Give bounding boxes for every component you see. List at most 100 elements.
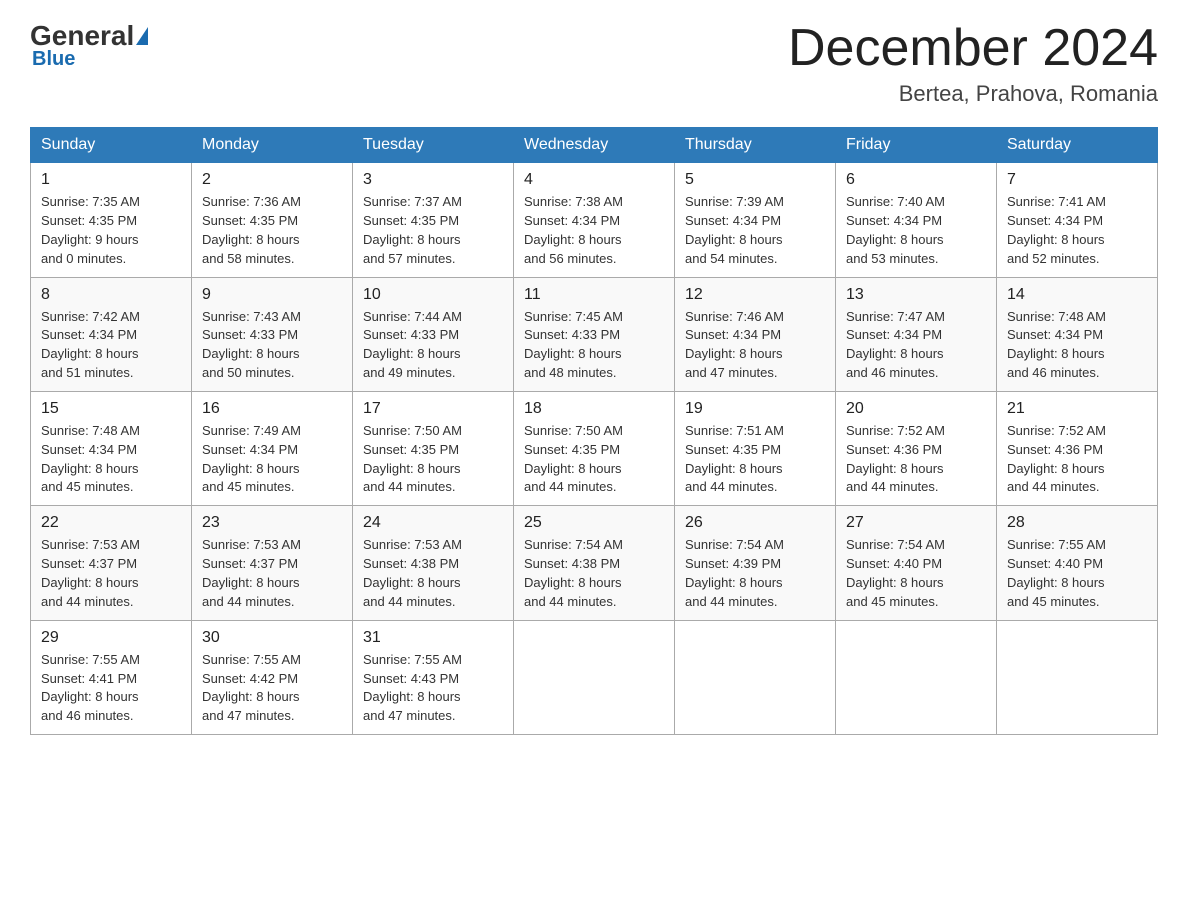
calendar-cell: 9 Sunrise: 7:43 AMSunset: 4:33 PMDaylight… — [192, 277, 353, 391]
calendar-cell: 12 Sunrise: 7:46 AMSunset: 4:34 PMDayligh… — [675, 277, 836, 391]
calendar-week-row: 8 Sunrise: 7:42 AMSunset: 4:34 PMDaylight… — [31, 277, 1158, 391]
calendar-cell: 28 Sunrise: 7:55 AMSunset: 4:40 PMDayligh… — [997, 506, 1158, 620]
calendar-cell: 20 Sunrise: 7:52 AMSunset: 4:36 PMDayligh… — [836, 391, 997, 505]
day-number: 28 — [1007, 514, 1147, 532]
calendar-cell: 21Sunrise: 7:52 AMSunset: 4:36 PMDayligh… — [997, 391, 1158, 505]
day-info: Sunrise: 7:53 AMSunset: 4:37 PMDaylight:… — [41, 536, 181, 611]
logo-blue-text: Blue — [32, 48, 75, 71]
header-sunday: Sunday — [31, 128, 192, 163]
day-info: Sunrise: 7:37 AMSunset: 4:35 PMDaylight:… — [363, 193, 503, 268]
calendar-week-row: 22 Sunrise: 7:53 AMSunset: 4:37 PMDayligh… — [31, 506, 1158, 620]
day-info: Sunrise: 7:54 AMSunset: 4:39 PMDaylight:… — [685, 536, 825, 611]
calendar-cell: 1 Sunrise: 7:35 AMSunset: 4:35 PMDaylight… — [31, 163, 192, 277]
day-info: Sunrise: 7:36 AMSunset: 4:35 PMDaylight:… — [202, 193, 342, 268]
calendar-cell: 29 Sunrise: 7:55 AMSunset: 4:41 PMDayligh… — [31, 620, 192, 734]
day-info: Sunrise: 7:55 AMSunset: 4:40 PMDaylight:… — [1007, 536, 1147, 611]
day-number: 23 — [202, 514, 342, 532]
calendar-cell: 22 Sunrise: 7:53 AMSunset: 4:37 PMDayligh… — [31, 506, 192, 620]
day-info: Sunrise: 7:46 AMSunset: 4:34 PMDaylight:… — [685, 308, 825, 383]
calendar-week-row: 15Sunrise: 7:48 AMSunset: 4:34 PMDayligh… — [31, 391, 1158, 505]
day-number: 5 — [685, 171, 825, 189]
day-info: Sunrise: 7:55 AMSunset: 4:43 PMDaylight:… — [363, 651, 503, 726]
day-number: 18 — [524, 400, 664, 418]
day-info: Sunrise: 7:52 AMSunset: 4:36 PMDaylight:… — [1007, 422, 1147, 497]
day-number: 16 — [202, 400, 342, 418]
day-number: 2 — [202, 171, 342, 189]
calendar-cell: 17Sunrise: 7:50 AMSunset: 4:35 PMDayligh… — [353, 391, 514, 505]
calendar-cell: 3Sunrise: 7:37 AMSunset: 4:35 PMDaylight… — [353, 163, 514, 277]
day-number: 9 — [202, 286, 342, 304]
calendar-cell: 25 Sunrise: 7:54 AMSunset: 4:38 PMDayligh… — [514, 506, 675, 620]
day-info: Sunrise: 7:41 AMSunset: 4:34 PMDaylight:… — [1007, 193, 1147, 268]
day-info: Sunrise: 7:40 AMSunset: 4:34 PMDaylight:… — [846, 193, 986, 268]
header-tuesday: Tuesday — [353, 128, 514, 163]
day-info: Sunrise: 7:43 AMSunset: 4:33 PMDaylight:… — [202, 308, 342, 383]
day-info: Sunrise: 7:51 AMSunset: 4:35 PMDaylight:… — [685, 422, 825, 497]
day-info: Sunrise: 7:48 AMSunset: 4:34 PMDaylight:… — [1007, 308, 1147, 383]
calendar-cell: 2 Sunrise: 7:36 AMSunset: 4:35 PMDaylight… — [192, 163, 353, 277]
day-number: 8 — [41, 286, 181, 304]
logo-triangle-icon — [136, 27, 148, 45]
calendar-cell — [514, 620, 675, 734]
day-info: Sunrise: 7:50 AMSunset: 4:35 PMDaylight:… — [363, 422, 503, 497]
calendar-cell: 8 Sunrise: 7:42 AMSunset: 4:34 PMDaylight… — [31, 277, 192, 391]
day-info: Sunrise: 7:44 AMSunset: 4:33 PMDaylight:… — [363, 308, 503, 383]
day-number: 27 — [846, 514, 986, 532]
day-info: Sunrise: 7:48 AMSunset: 4:34 PMDaylight:… — [41, 422, 181, 497]
day-info: Sunrise: 7:42 AMSunset: 4:34 PMDaylight:… — [41, 308, 181, 383]
header-wednesday: Wednesday — [514, 128, 675, 163]
day-number: 29 — [41, 629, 181, 647]
day-number: 30 — [202, 629, 342, 647]
location-label: Bertea, Prahova, Romania — [788, 81, 1158, 107]
day-number: 31 — [363, 629, 503, 647]
day-number: 4 — [524, 171, 664, 189]
day-info: Sunrise: 7:53 AMSunset: 4:37 PMDaylight:… — [202, 536, 342, 611]
calendar-cell — [675, 620, 836, 734]
day-number: 6 — [846, 171, 986, 189]
day-info: Sunrise: 7:55 AMSunset: 4:42 PMDaylight:… — [202, 651, 342, 726]
calendar-week-row: 1 Sunrise: 7:35 AMSunset: 4:35 PMDaylight… — [31, 163, 1158, 277]
title-section: December 2024 Bertea, Prahova, Romania — [788, 20, 1158, 107]
calendar-cell: 16Sunrise: 7:49 AMSunset: 4:34 PMDayligh… — [192, 391, 353, 505]
day-number: 11 — [524, 286, 664, 304]
calendar-cell: 13 Sunrise: 7:47 AMSunset: 4:34 PMDayligh… — [836, 277, 997, 391]
day-info: Sunrise: 7:52 AMSunset: 4:36 PMDaylight:… — [846, 422, 986, 497]
calendar-cell: 6 Sunrise: 7:40 AMSunset: 4:34 PMDaylight… — [836, 163, 997, 277]
calendar-cell: 27Sunrise: 7:54 AMSunset: 4:40 PMDayligh… — [836, 506, 997, 620]
calendar-cell: 4 Sunrise: 7:38 AMSunset: 4:34 PMDaylight… — [514, 163, 675, 277]
calendar-cell: 30 Sunrise: 7:55 AMSunset: 4:42 PMDayligh… — [192, 620, 353, 734]
calendar-cell: 26Sunrise: 7:54 AMSunset: 4:39 PMDayligh… — [675, 506, 836, 620]
day-number: 20 — [846, 400, 986, 418]
calendar-cell: 19Sunrise: 7:51 AMSunset: 4:35 PMDayligh… — [675, 391, 836, 505]
day-number: 12 — [685, 286, 825, 304]
day-info: Sunrise: 7:54 AMSunset: 4:38 PMDaylight:… — [524, 536, 664, 611]
day-number: 22 — [41, 514, 181, 532]
day-number: 13 — [846, 286, 986, 304]
day-info: Sunrise: 7:47 AMSunset: 4:34 PMDaylight:… — [846, 308, 986, 383]
calendar-cell: 31 Sunrise: 7:55 AMSunset: 4:43 PMDayligh… — [353, 620, 514, 734]
calendar-cell: 15Sunrise: 7:48 AMSunset: 4:34 PMDayligh… — [31, 391, 192, 505]
day-info: Sunrise: 7:38 AMSunset: 4:34 PMDaylight:… — [524, 193, 664, 268]
calendar-cell — [836, 620, 997, 734]
day-info: Sunrise: 7:55 AMSunset: 4:41 PMDaylight:… — [41, 651, 181, 726]
header-monday: Monday — [192, 128, 353, 163]
day-number: 25 — [524, 514, 664, 532]
calendar-cell: 5Sunrise: 7:39 AMSunset: 4:34 PMDaylight… — [675, 163, 836, 277]
calendar-cell: 10 Sunrise: 7:44 AMSunset: 4:33 PMDayligh… — [353, 277, 514, 391]
calendar-cell: 18Sunrise: 7:50 AMSunset: 4:35 PMDayligh… — [514, 391, 675, 505]
day-info: Sunrise: 7:35 AMSunset: 4:35 PMDaylight:… — [41, 193, 181, 268]
logo: General Blue — [30, 20, 150, 71]
day-info: Sunrise: 7:53 AMSunset: 4:38 PMDaylight:… — [363, 536, 503, 611]
page-header: General Blue December 2024 Bertea, Praho… — [30, 20, 1158, 107]
calendar-cell: 14Sunrise: 7:48 AMSunset: 4:34 PMDayligh… — [997, 277, 1158, 391]
month-title: December 2024 — [788, 20, 1158, 77]
day-number: 24 — [363, 514, 503, 532]
calendar-table: SundayMondayTuesdayWednesdayThursdayFrid… — [30, 127, 1158, 735]
day-info: Sunrise: 7:45 AMSunset: 4:33 PMDaylight:… — [524, 308, 664, 383]
calendar-header-row: SundayMondayTuesdayWednesdayThursdayFrid… — [31, 128, 1158, 163]
calendar-cell: 7Sunrise: 7:41 AMSunset: 4:34 PMDaylight… — [997, 163, 1158, 277]
day-number: 10 — [363, 286, 503, 304]
day-number: 1 — [41, 171, 181, 189]
header-thursday: Thursday — [675, 128, 836, 163]
header-saturday: Saturday — [997, 128, 1158, 163]
